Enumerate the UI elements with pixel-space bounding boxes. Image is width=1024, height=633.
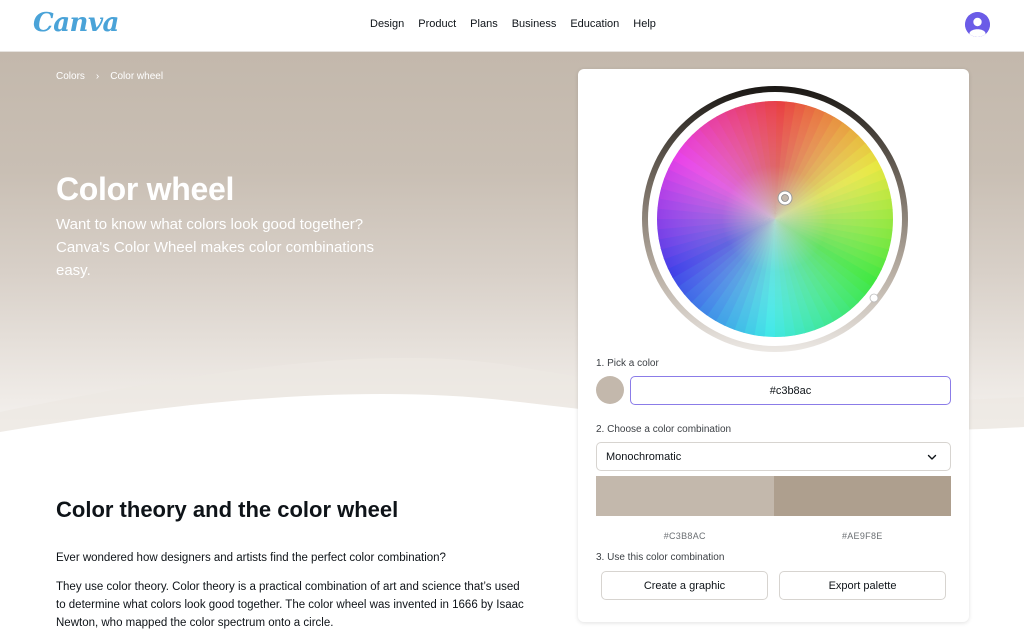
- color-wheel[interactable]: [640, 84, 910, 354]
- combination-select-value: Monochromatic: [606, 450, 682, 463]
- nav-item-product[interactable]: Product: [418, 16, 456, 32]
- palette-swatch[interactable]: [596, 476, 774, 516]
- hero-subtitle: Want to know what colors look good toget…: [56, 216, 374, 279]
- palette-hex-code[interactable]: #AE9F8E: [774, 531, 952, 541]
- palette-swatch[interactable]: [773, 476, 951, 516]
- page-title: Color wheel: [56, 171, 235, 207]
- main-nav: Design Product Plans Business Education …: [370, 16, 670, 32]
- chevron-right-icon: ›: [95, 71, 100, 82]
- nav-item-plans[interactable]: Plans: [470, 16, 498, 32]
- user-avatar-icon[interactable]: [965, 12, 990, 37]
- color-wheel-panel: 1. Pick a color 2. Choose a color combin…: [578, 69, 969, 622]
- step-combination-label: 2. Choose a color combination: [596, 424, 732, 435]
- intro-paragraph: Ever wondered how designers and artists …: [56, 552, 446, 564]
- color-picker-handle[interactable]: [777, 190, 793, 206]
- create-graphic-button[interactable]: Create a graphic: [601, 571, 768, 600]
- hex-color-input[interactable]: [630, 376, 951, 405]
- breadcrumb-current: Color wheel: [110, 71, 164, 82]
- canva-logo[interactable]: Canva: [33, 8, 119, 38]
- top-navigation: Canva Design Product Plans Business Educ…: [0, 0, 1024, 52]
- breadcrumb: Colors › Color wheel: [56, 71, 163, 82]
- step-use-label: 3. Use this color combination: [596, 552, 725, 563]
- section-title: Color theory and the color wheel: [56, 497, 399, 522]
- selected-color-swatch[interactable]: [596, 376, 624, 404]
- step-pick-label: 1. Pick a color: [596, 358, 659, 369]
- export-palette-button[interactable]: Export palette: [779, 571, 946, 600]
- nav-item-business[interactable]: Business: [512, 16, 557, 32]
- palette-hex-codes: #C3B8AC #AE9F8E: [596, 531, 951, 541]
- combination-select[interactable]: Monochromatic: [596, 442, 951, 471]
- breadcrumb-colors-link[interactable]: Colors: [56, 71, 85, 82]
- palette-hex-code[interactable]: #C3B8AC: [596, 531, 774, 541]
- palette-preview: [596, 476, 951, 516]
- nav-item-design[interactable]: Design: [370, 16, 404, 32]
- chevron-down-icon: [927, 454, 937, 460]
- ring-brightness-handle[interactable]: [869, 293, 879, 303]
- nav-item-education[interactable]: Education: [570, 16, 619, 32]
- nav-item-help[interactable]: Help: [633, 16, 656, 32]
- body-paragraph: They use color theory. Color theory is a…: [56, 581, 524, 629]
- wheel-center-blend: [657, 101, 893, 337]
